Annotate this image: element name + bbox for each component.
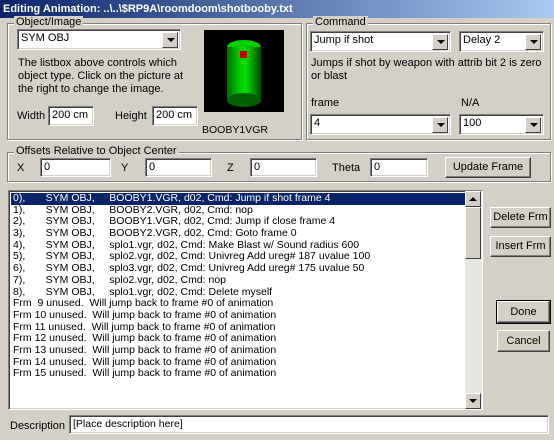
list-item[interactable]: 2), SYM OBJ, BOOBY1.VGR, d02, Cmd: Jump … [11,216,465,228]
theta-input[interactable]: 0 [370,158,428,177]
x-input[interactable]: 0 [40,158,111,177]
width-label: Width [17,110,46,122]
vertical-scrollbar[interactable] [465,191,482,409]
scroll-up-icon[interactable] [465,191,481,207]
offsets-legend: Offsets Relative to Object Center [14,145,179,157]
chevron-down-icon[interactable] [525,117,541,133]
delay-select[interactable]: Delay 2 [459,31,544,52]
delete-frm-button[interactable]: Delete Frm [490,207,551,228]
list-item[interactable]: Frm 10 unused. Will jump back to frame #… [11,310,465,322]
theta-label: Theta [332,162,361,174]
object-type-select[interactable]: SYM OBJ [17,29,181,50]
list-item[interactable]: Frm 12 unused. Will jump back to frame #… [11,333,465,345]
delay-value: Delay 2 [463,34,501,46]
command-legend: Command [313,16,368,28]
frame-label: frame [311,97,340,109]
list-item[interactable]: 6), SYM OBJ, splo3.vgr, d02, Cmd: Univre… [11,263,465,275]
height-label: Height [115,110,147,122]
booby-image-icon [227,40,261,107]
z-input[interactable]: 0 [250,158,317,177]
z-label: Z [227,162,234,174]
frame-list[interactable]: 0), SYM OBJ, BOOBY1.VGR, d02, Cmd: Jump … [8,190,483,410]
height-input[interactable]: 200 cm [152,106,198,126]
done-button[interactable]: Done [496,300,551,324]
object-image-preview[interactable] [204,30,284,112]
list-item[interactable]: 0), SYM OBJ, BOOBY1.VGR, d02, Cmd: Jump … [11,193,465,205]
list-item[interactable]: 8), SYM OBJ, splo1.vgr, d02, Cmd: Delete… [11,287,465,299]
list-item[interactable]: 4), SYM OBJ, splo1.vgr, d02, Cmd: Make B… [11,240,465,252]
object-help-text: The listbox above controls which object … [18,57,184,95]
list-item[interactable]: Frm 15 unused. Will jump back to frame #… [11,368,465,380]
command-value: Jump if shot [314,34,374,46]
na-label: N/A [461,97,480,109]
na-select[interactable]: 100 [459,114,544,135]
list-item[interactable]: Frm 9 unused. Will jump back to frame #0… [11,298,465,310]
frame-rows: 0), SYM OBJ, BOOBY1.VGR, d02, Cmd: Jump … [11,193,465,380]
object-type-value: SYM OBJ [21,32,70,44]
description-input[interactable]: [Place description here] [69,415,549,434]
width-input[interactable]: 200 cm [48,106,94,126]
list-item[interactable]: 5), SYM OBJ, splo2.vgr, d02, Cmd: Univre… [11,251,465,263]
list-item[interactable]: Frm 11 unused. Will jump back to frame #… [11,322,465,334]
chevron-down-icon[interactable] [162,32,178,48]
y-input[interactable]: 0 [145,158,212,177]
list-item[interactable]: Frm 13 unused. Will jump back to frame #… [11,345,465,357]
update-frame-button[interactable]: Update Frame [445,157,531,178]
list-item[interactable]: 1), SYM OBJ, BOOBY2.VGR, d02, Cmd: nop [11,205,465,217]
cancel-button[interactable]: Cancel [497,330,550,352]
scroll-down-icon[interactable] [465,393,481,409]
list-item[interactable]: Frm 14 unused. Will jump back to frame #… [11,357,465,369]
chevron-down-icon[interactable] [432,117,448,133]
x-label: X [17,162,25,174]
object-image-legend: Object/Image [14,16,84,28]
chevron-down-icon[interactable] [432,34,448,50]
command-description: Jumps if shot by weapon with attrib bit … [311,57,542,82]
list-item[interactable]: 3), SYM OBJ, BOOBY2.VGR, d02, Cmd: Goto … [11,228,465,240]
frame-select[interactable]: 4 [310,114,451,135]
image-name-label: BOOBY1VGR [202,124,268,136]
y-label: Y [121,162,129,174]
list-item[interactable]: 7), SYM OBJ, splo2.vgr, d02, Cmd: nop [11,275,465,287]
command-select[interactable]: Jump if shot [310,31,451,52]
chevron-down-icon[interactable] [525,34,541,50]
frame-value: 4 [314,117,321,129]
description-label: Description [10,420,66,432]
scroll-thumb[interactable] [465,207,481,259]
insert-frm-button[interactable]: Insert Frm [490,236,551,257]
na-value: 100 [463,117,482,129]
